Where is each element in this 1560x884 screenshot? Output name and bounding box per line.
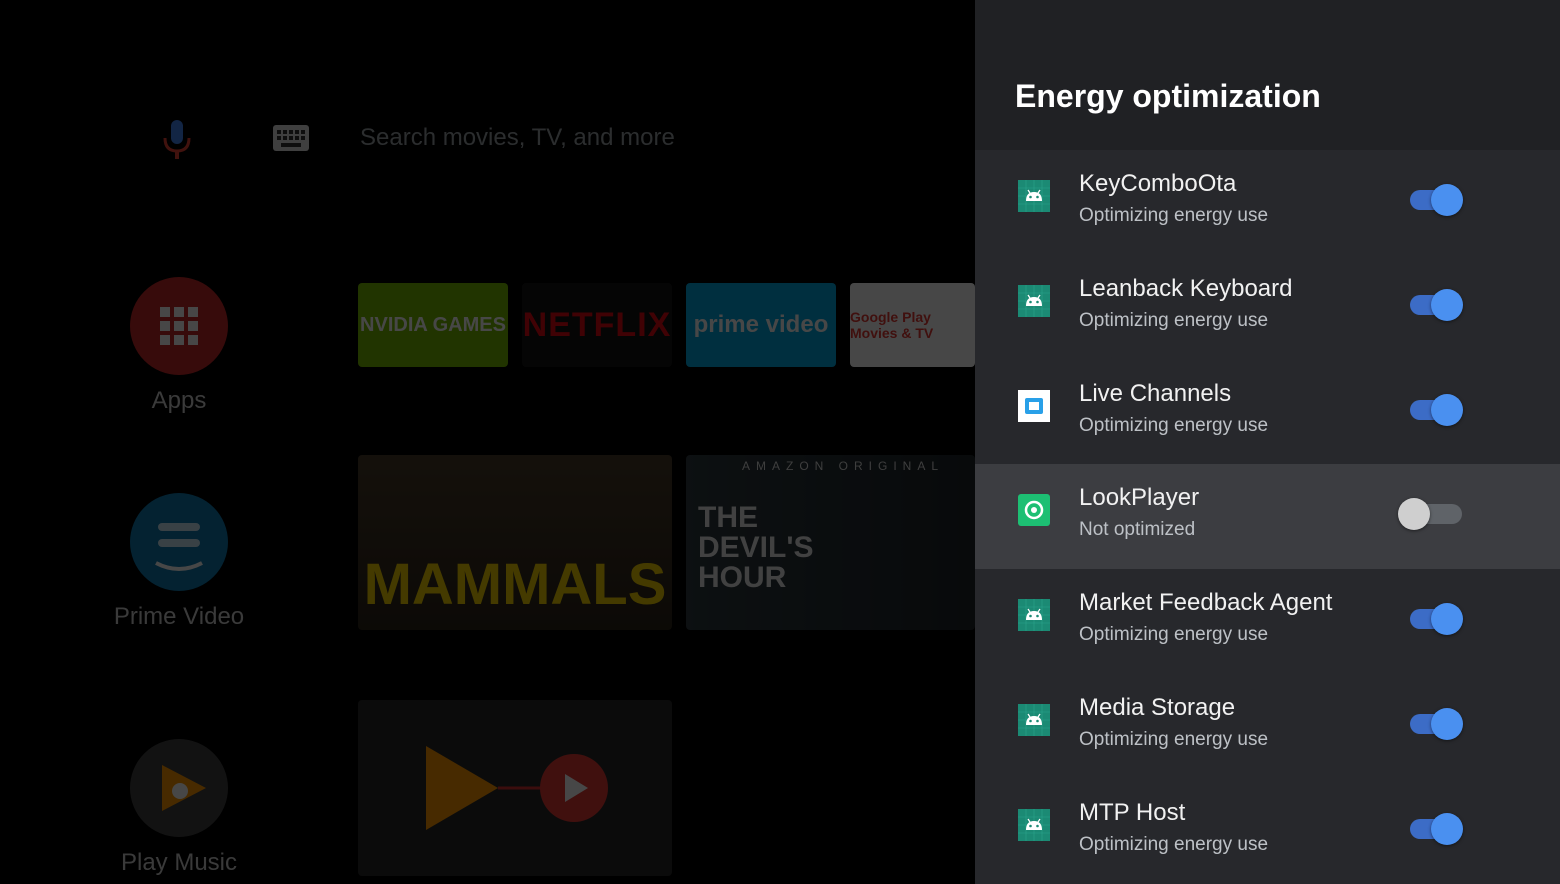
app-status: Optimizing energy use xyxy=(1079,309,1269,331)
apps-icon xyxy=(130,277,228,375)
optimization-toggle[interactable] xyxy=(1410,393,1464,426)
featured-mammals[interactable]: MAMMALS xyxy=(358,455,672,630)
page-title: Energy optimization xyxy=(1015,78,1321,114)
tile-nvidia-games[interactable]: NVIDIA GAMES xyxy=(358,283,508,367)
android-icon xyxy=(1018,703,1050,736)
app-row-keycomboota[interactable]: KeyComboOta Optimizing energy use xyxy=(975,150,1560,255)
side-item-prime-video[interactable]: Prime Video xyxy=(0,493,358,631)
keyboard-icon[interactable] xyxy=(272,124,310,152)
featured-music[interactable] xyxy=(358,700,672,876)
app-row-market-feedback-agent[interactable]: Market Feedback Agent Optimizing energy u… xyxy=(975,569,1560,674)
side-item-apps[interactable]: Apps xyxy=(0,277,358,415)
app-status: Optimizing energy use xyxy=(1079,624,1269,646)
featured-title: MAMMALS xyxy=(363,552,667,617)
toggle-knob xyxy=(1431,707,1463,740)
side-item-label: Prime Video xyxy=(113,603,245,630)
featured-devils-hour[interactable]: AMAZON ORIGINAL THE DEVIL'S HOUR xyxy=(686,455,975,630)
toggle-knob xyxy=(1431,812,1463,845)
optimization-toggle[interactable] xyxy=(1410,288,1464,321)
app-row-live-channels[interactable]: Live Channels Optimizing energy use xyxy=(975,360,1560,465)
app-row-mtp-host[interactable]: MTP Host Optimizing energy use xyxy=(975,779,1560,884)
app-row-media-storage[interactable]: Media Storage Optimizing energy use xyxy=(975,674,1560,779)
music-icon xyxy=(426,746,608,830)
tile-netflix[interactable]: NETFLIX xyxy=(522,283,672,367)
tile-prime-video[interactable]: prime video xyxy=(686,283,836,367)
app-status: Optimizing energy use xyxy=(1079,205,1269,226)
app-list: KeyComboOta Optimizing energy use Leanback… xyxy=(975,150,1560,884)
side-item-label: Apps xyxy=(151,387,207,414)
optimization-toggle[interactable] xyxy=(1410,812,1464,845)
play-music-icon xyxy=(130,739,228,837)
app-row-leanback-keyboard[interactable]: Leanback Keyboard Optimizing energy use xyxy=(975,255,1560,360)
search-input[interactable]: Search movies, TV, and more xyxy=(360,124,675,152)
app-name: Live Channels xyxy=(1079,379,1232,407)
microphone-icon[interactable] xyxy=(160,118,194,162)
toggle-knob xyxy=(1431,603,1463,636)
optimization-toggle[interactable] xyxy=(1410,184,1464,216)
home-launcher: Search movies, TV, and more Apps Prime V… xyxy=(0,0,975,876)
featured-title: THE DEVIL'S HOUR xyxy=(698,501,814,594)
android-icon xyxy=(1018,599,1050,632)
app-status: Not optimized xyxy=(1079,519,1196,541)
optimization-toggle[interactable] xyxy=(1410,603,1464,636)
side-item-play-music[interactable]: Play Music xyxy=(0,739,358,876)
side-item-label: Play Music xyxy=(120,849,238,876)
app-status: Optimizing energy use xyxy=(1079,414,1269,436)
tile-google-play-movies[interactable]: Google Play Movies & TV xyxy=(850,283,975,367)
app-name: LookPlayer xyxy=(1079,484,1200,512)
app-name: Market Feedback Agent xyxy=(1079,589,1333,617)
app-name: KeyComboOta xyxy=(1079,170,1237,197)
toggle-knob xyxy=(1431,184,1463,216)
lookplayer-icon xyxy=(1018,494,1050,527)
live-channels-icon xyxy=(1018,389,1050,422)
app-status: Optimizing energy use xyxy=(1079,833,1269,855)
toggle-knob xyxy=(1431,393,1463,426)
app-name: MTP Host xyxy=(1079,798,1186,826)
prime-video-icon xyxy=(130,493,228,591)
app-name: Leanback Keyboard xyxy=(1079,274,1293,302)
app-name: Media Storage xyxy=(1079,693,1236,721)
toggle-knob xyxy=(1431,288,1463,321)
app-row-lookplayer[interactable]: LookPlayer Not optimized xyxy=(975,464,1560,570)
android-icon xyxy=(1018,180,1050,212)
app-status: Optimizing energy use xyxy=(1079,728,1269,750)
energy-optimization-panel: Energy optimization KeyComboOta Optimizin… xyxy=(975,0,1560,884)
featured-kicker: AMAZON ORIGINAL xyxy=(742,459,945,473)
optimization-toggle[interactable] xyxy=(1398,498,1464,531)
android-icon xyxy=(1018,284,1050,317)
optimization-toggle[interactable] xyxy=(1410,707,1464,740)
android-icon xyxy=(1018,808,1050,841)
toggle-knob xyxy=(1398,498,1430,531)
